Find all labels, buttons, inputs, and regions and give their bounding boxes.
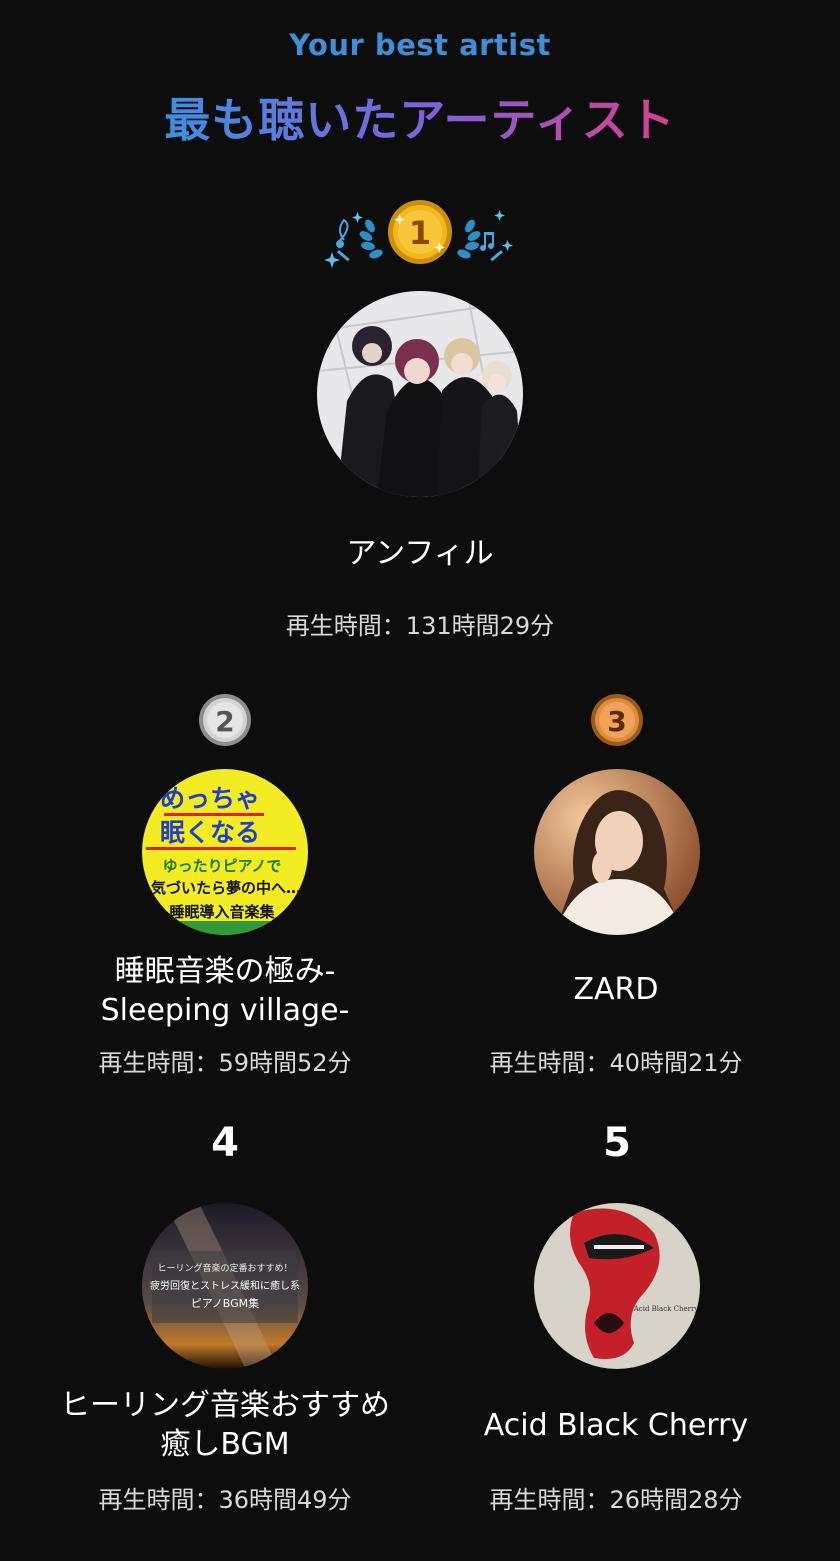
thumbnail-text: Acid Black Cherry [633, 1305, 699, 1313]
playtime-1: 再生時間：131時間29分 [285, 612, 555, 640]
silver-medal-icon: 2 [199, 694, 251, 746]
rank-number-5: 5 [603, 1120, 631, 1166]
artist-name-3: ZARD [573, 972, 659, 1007]
playtime-3: 再生時間：40時間21分 [489, 1049, 743, 1077]
artist-avatar-1[interactable] [317, 291, 523, 497]
playtime-4: 再生時間：36時間49分 [98, 1486, 352, 1514]
music-note-icon [336, 218, 349, 249]
gold-medal-icon: 1 [388, 200, 452, 264]
page-title: 最も聴いたアーティスト [164, 93, 676, 147]
thumbnail-text: 眠くなる [160, 818, 260, 847]
artist-avatar-4[interactable]: ヒーリング音楽の定番おすすめ！ 疲労回復とストレス緩和に癒し系 ピアノBGM集 [142, 1203, 308, 1369]
thumbnail-text: ゆったりピアノで [163, 857, 282, 875]
rank1-emblem: 1 [324, 200, 513, 268]
playtime-5: 再生時間：26時間28分 [489, 1486, 743, 1514]
rank-label: 2 [215, 705, 234, 738]
artist-name-2: 睡眠音楽の極み-Sleeping village- [100, 954, 350, 1028]
bronze-medal-icon: 3 [591, 694, 643, 746]
thumbnail-text: めっちゃ [160, 784, 260, 813]
rank-label: 1 [409, 214, 431, 252]
rank-number-4: 4 [211, 1120, 239, 1166]
thumbnail-text: ヒーリング音楽の定番おすすめ！ [157, 1262, 292, 1274]
subtitle: Your best artist [289, 28, 551, 62]
playtime-2: 再生時間：59時間52分 [98, 1049, 352, 1077]
rank-label: 3 [607, 705, 626, 738]
thumbnail-text: ピアノBGM集 [191, 1296, 259, 1310]
artist-avatar-5[interactable]: Acid Black Cherry [534, 1203, 700, 1369]
thumbnail-text: 気づいたら夢の中へ… [151, 879, 301, 897]
thumbnail-text: 睡眠導入音楽集 [169, 903, 275, 921]
artist-avatar-3[interactable] [534, 769, 700, 935]
artist-avatar-2[interactable]: めっちゃ 眠くなる ゆったりピアノで 気づいたら夢の中へ… 睡眠導入音楽集 [142, 769, 308, 935]
artist-name-5: Acid Black Cherry [483, 1408, 749, 1443]
thumbnail-text: 疲労回復とストレス緩和に癒し系 [150, 1279, 300, 1292]
artist-name-1: アンフィル [346, 536, 494, 571]
artist-name-4: ヒーリング音楽おすすめ癒しBGM [60, 1388, 390, 1462]
